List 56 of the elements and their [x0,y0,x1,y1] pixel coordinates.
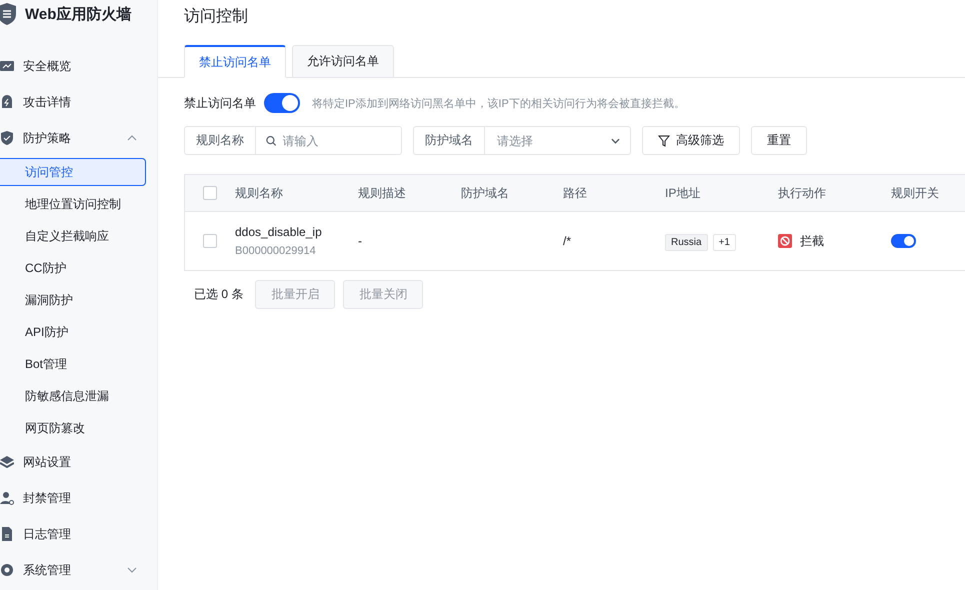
sidebar-item[interactable]: 攻击详情 [0,84,157,120]
search-field[interactable]: 请输入 [256,126,402,155]
page-title: 访问控制 [183,6,249,27]
sidebar-item[interactable]: 系统管理 [0,552,157,588]
column-header: IP地址 [665,184,702,202]
chevron-icon [127,567,137,573]
toggle-switch[interactable] [264,93,300,113]
field-label: 规则名称 [184,126,256,155]
column-header: 规则描述 [358,184,407,202]
field-label: 防护域名 [413,126,485,155]
filter-icon [658,134,670,146]
table-cell-text: /* [563,234,572,248]
sidebar-item[interactable]: 日志管理 [0,516,157,552]
description: 将特定IP添加到网络访问黑名单中，该IP下的相关访问行为将会被直接拦截。 [312,96,685,110]
sidebar-item[interactable]: 防护策略 [0,120,157,156]
sidebar-item[interactable]: 封禁管理 [0,480,157,516]
table-cell-text: - [358,234,363,248]
sidebar-item[interactable]: 网站设置 [0,444,157,480]
sidebar-subitem[interactable]: 防敏感信息泄漏 [0,382,146,410]
select-all-checkbox[interactable] [203,186,217,200]
sidebar-subitem[interactable]: API防护 [0,318,146,346]
sidebar-subitem[interactable]: 网页防篡改 [0,414,146,442]
block-icon [778,234,792,248]
tab[interactable]: 允许访问名单 [292,45,394,78]
chevron-icon [127,135,137,141]
column-header: 规则开关 [891,184,940,202]
advanced-filter-button[interactable]: 高级筛选 [642,126,740,155]
rule-name: ddos_disable_ip [235,225,323,239]
rule-switch[interactable] [891,234,916,248]
domain-dropdown[interactable]: 请选择 [485,126,631,155]
tab[interactable]: 禁止访问名单 [184,45,286,78]
selection-count: 已选 0 条 [194,286,244,303]
ip-tag: Russia [665,234,708,251]
reset-button[interactable]: 重置 [751,126,807,155]
search-input[interactable]: 请输入 [280,132,391,148]
column-header: 防护域名 [461,184,510,202]
column-header: 规则名称 [235,184,284,202]
search-icon [266,134,277,146]
action-label: 拦截 [800,232,824,250]
switch-label: 禁止访问名单 [184,94,256,112]
sidebar-item[interactable]: 安全概览 [0,48,157,84]
sidebar-subitem[interactable]: 漏洞防护 [0,286,146,314]
sidebar-subitem[interactable]: 访问管控 [0,158,146,186]
sidebar-subitem[interactable]: 地理位置访问控制 [0,190,146,218]
layers-icon [0,455,14,469]
domain-select[interactable]: 请选择 [495,132,608,148]
ip-tag: +1 [712,234,736,251]
column-header: 路径 [563,184,588,202]
sidebar-subitem[interactable]: CC防护 [0,254,146,282]
sidebar-subitem[interactable]: Bot管理 [0,350,146,378]
chevron-icon [611,138,620,144]
row-checkbox[interactable] [203,234,217,248]
app-title: Web应用防火墙 [25,4,132,24]
sidebar-subitem[interactable]: 自定义拦截响应 [0,222,146,250]
column-header: 执行动作 [778,184,827,202]
rule-id: B000000029914 [235,245,317,257]
